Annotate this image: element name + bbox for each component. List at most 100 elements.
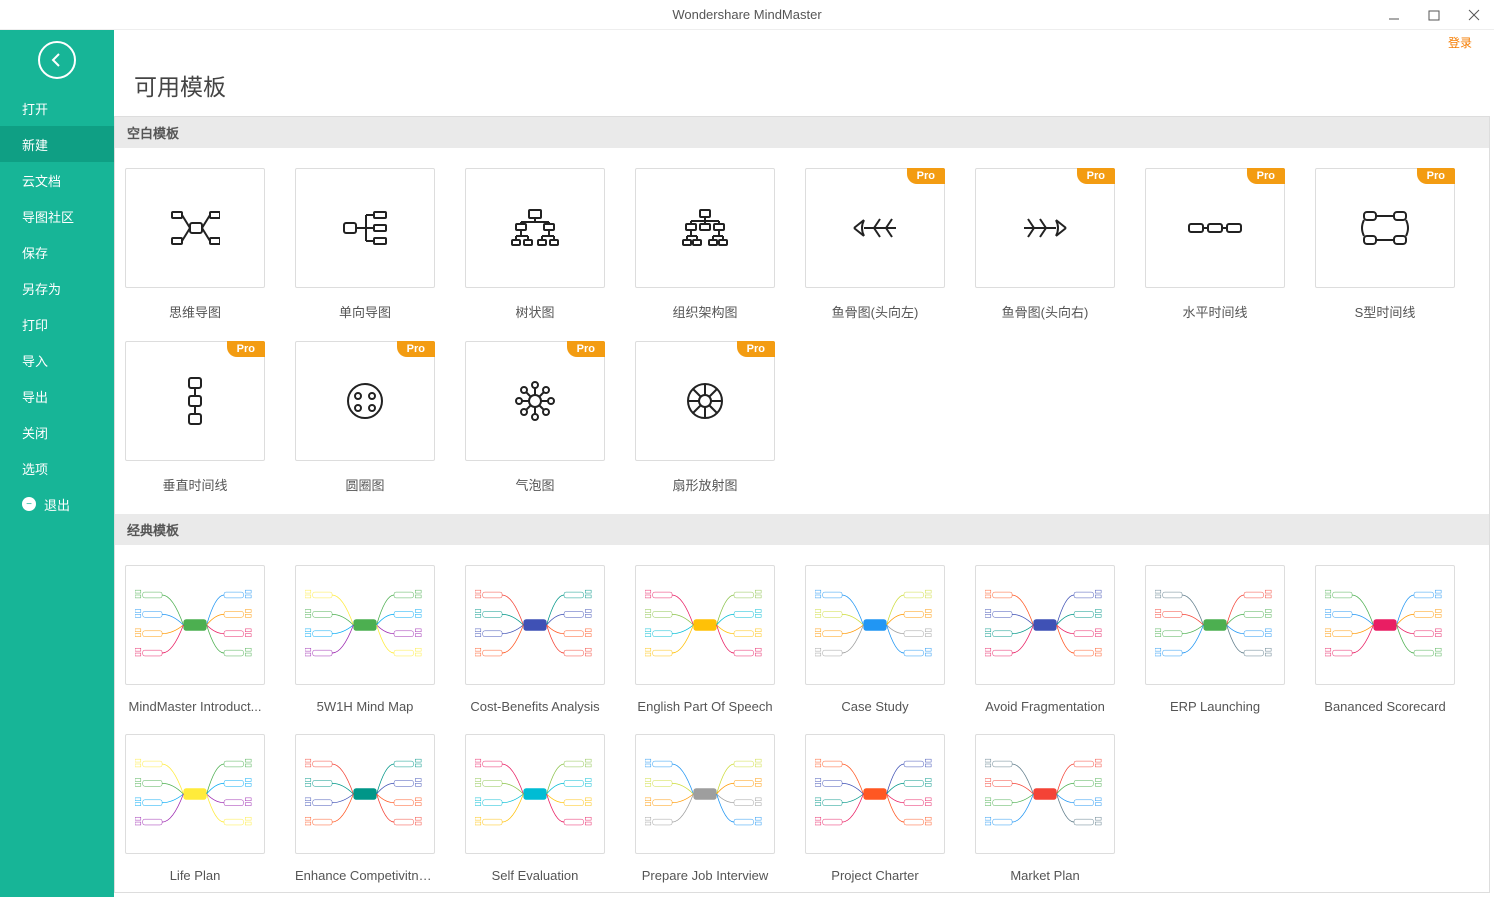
template-thumb xyxy=(465,565,605,685)
template-card-classic-5[interactable]: Avoid Fragmentation xyxy=(975,565,1115,714)
pro-badge: Pro xyxy=(907,168,945,184)
template-label: Case Study xyxy=(805,699,945,714)
template-label: 思维导图 xyxy=(125,302,265,321)
template-thumb xyxy=(635,734,775,854)
template-card-blank-2[interactable]: 树状图 xyxy=(465,168,605,321)
sidebar-item-label: 另存为 xyxy=(22,279,61,298)
template-thumb: Pro xyxy=(1145,168,1285,288)
sidebar-item-label: 保存 xyxy=(22,243,48,262)
template-card-classic-6[interactable]: ERP Launching xyxy=(1145,565,1285,714)
template-card-classic-10[interactable]: Self Evaluation xyxy=(465,734,605,883)
template-thumb xyxy=(635,565,775,685)
sidebar-item-11[interactable]: −退出 xyxy=(0,486,114,522)
titlebar: Wondershare MindMaster xyxy=(0,0,1494,30)
template-card-blank-4[interactable]: Pro 鱼骨图(头向左) xyxy=(805,168,945,321)
template-thumb xyxy=(1145,565,1285,685)
template-label: 树状图 xyxy=(465,302,605,321)
template-thumb: Pro xyxy=(295,341,435,461)
sidebar-item-label: 导入 xyxy=(22,351,48,370)
minimize-button[interactable] xyxy=(1374,0,1414,30)
template-card-classic-11[interactable]: Prepare Job Interview xyxy=(635,734,775,883)
sidebar: 打开新建云文档导图社区保存另存为打印导入导出关闭选项 −退出 xyxy=(0,30,114,897)
login-link[interactable]: 登录 xyxy=(1448,34,1472,51)
template-label: 单向导图 xyxy=(295,302,435,321)
template-label: Avoid Fragmentation xyxy=(975,699,1115,714)
sidebar-item-10[interactable]: 选项 xyxy=(0,450,114,486)
window-controls xyxy=(1374,0,1494,30)
template-label: 鱼骨图(头向右) xyxy=(975,302,1115,321)
template-label: Project Charter xyxy=(805,868,945,883)
sidebar-item-label: 新建 xyxy=(22,135,48,154)
sidebar-item-label: 选项 xyxy=(22,459,48,478)
template-thumb xyxy=(125,168,265,288)
template-label: Market Plan xyxy=(975,868,1115,883)
sidebar-item-9[interactable]: 关闭 xyxy=(0,414,114,450)
close-button[interactable] xyxy=(1454,0,1494,30)
sidebar-item-4[interactable]: 保存 xyxy=(0,234,114,270)
exit-icon: − xyxy=(22,497,36,511)
template-card-blank-8[interactable]: Pro 垂直时间线 xyxy=(125,341,265,494)
app-title: Wondershare MindMaster xyxy=(672,7,821,22)
template-card-blank-7[interactable]: ProS型时间线 xyxy=(1315,168,1455,321)
template-label: 扇形放射图 xyxy=(635,475,775,494)
template-thumb xyxy=(465,734,605,854)
template-card-classic-0[interactable]: MindMaster Introduct... xyxy=(125,565,265,714)
template-thumb xyxy=(295,734,435,854)
sidebar-item-8[interactable]: 导出 xyxy=(0,378,114,414)
template-card-blank-1[interactable]: 单向导图 xyxy=(295,168,435,321)
template-label: Bananced Scorecard xyxy=(1315,699,1455,714)
template-thumb xyxy=(805,565,945,685)
sidebar-item-1[interactable]: 新建 xyxy=(0,126,114,162)
template-card-blank-9[interactable]: Pro 圆圈图 xyxy=(295,341,435,494)
template-label: Cost-Benefits Analysis xyxy=(465,699,605,714)
template-card-blank-0[interactable]: 思维导图 xyxy=(125,168,265,321)
template-label: 气泡图 xyxy=(465,475,605,494)
sidebar-item-6[interactable]: 打印 xyxy=(0,306,114,342)
template-thumb xyxy=(1315,565,1455,685)
sidebar-item-7[interactable]: 导入 xyxy=(0,342,114,378)
template-card-classic-7[interactable]: Bananced Scorecard xyxy=(1315,565,1455,714)
template-card-classic-3[interactable]: English Part Of Speech xyxy=(635,565,775,714)
template-card-classic-13[interactable]: Market Plan xyxy=(975,734,1115,883)
template-card-blank-11[interactable]: Pro 扇形放射图 xyxy=(635,341,775,494)
template-card-classic-8[interactable]: Life Plan xyxy=(125,734,265,883)
sidebar-item-3[interactable]: 导图社区 xyxy=(0,198,114,234)
pro-badge: Pro xyxy=(567,341,605,357)
template-thumb: Pro xyxy=(805,168,945,288)
template-thumb: Pro xyxy=(125,341,265,461)
sidebar-item-label: 云文档 xyxy=(22,171,61,190)
template-card-blank-10[interactable]: Pro 气泡图 xyxy=(465,341,605,494)
template-card-classic-2[interactable]: Cost-Benefits Analysis xyxy=(465,565,605,714)
back-button[interactable] xyxy=(0,30,114,90)
template-card-classic-4[interactable]: Case Study xyxy=(805,565,945,714)
template-scroll[interactable]: 空白模板 思维导图单向导图树状图组织架构图Pro鱼骨图(头向左)Pro鱼骨图(头… xyxy=(114,116,1490,893)
sidebar-item-5[interactable]: 另存为 xyxy=(0,270,114,306)
template-label: 5W1H Mind Map xyxy=(295,699,435,714)
template-thumb xyxy=(975,734,1115,854)
sidebar-item-0[interactable]: 打开 xyxy=(0,90,114,126)
template-card-classic-9[interactable]: Enhance Competivitness xyxy=(295,734,435,883)
template-card-classic-1[interactable]: 5W1H Mind Map xyxy=(295,565,435,714)
maximize-button[interactable] xyxy=(1414,0,1454,30)
template-card-blank-6[interactable]: Pro 水平时间线 xyxy=(1145,168,1285,321)
pro-badge: Pro xyxy=(227,341,265,357)
sidebar-item-label: 打开 xyxy=(22,99,48,118)
template-card-blank-5[interactable]: Pro鱼骨图(头向右) xyxy=(975,168,1115,321)
sidebar-item-2[interactable]: 云文档 xyxy=(0,162,114,198)
template-thumb xyxy=(805,734,945,854)
section-blank-header: 空白模板 xyxy=(115,117,1489,148)
template-card-classic-12[interactable]: Project Charter xyxy=(805,734,945,883)
template-label: 水平时间线 xyxy=(1145,302,1285,321)
template-label: 圆圈图 xyxy=(295,475,435,494)
template-label: 垂直时间线 xyxy=(125,475,265,494)
template-label: Enhance Competivitness xyxy=(295,868,435,883)
template-thumb xyxy=(125,734,265,854)
template-card-blank-3[interactable]: 组织架构图 xyxy=(635,168,775,321)
template-label: Self Evaluation xyxy=(465,868,605,883)
template-label: 鱼骨图(头向左) xyxy=(805,302,945,321)
template-thumb: Pro xyxy=(635,341,775,461)
page-title: 可用模板 xyxy=(114,54,1494,116)
template-label: ERP Launching xyxy=(1145,699,1285,714)
template-thumb xyxy=(465,168,605,288)
template-label: MindMaster Introduct... xyxy=(125,699,265,714)
